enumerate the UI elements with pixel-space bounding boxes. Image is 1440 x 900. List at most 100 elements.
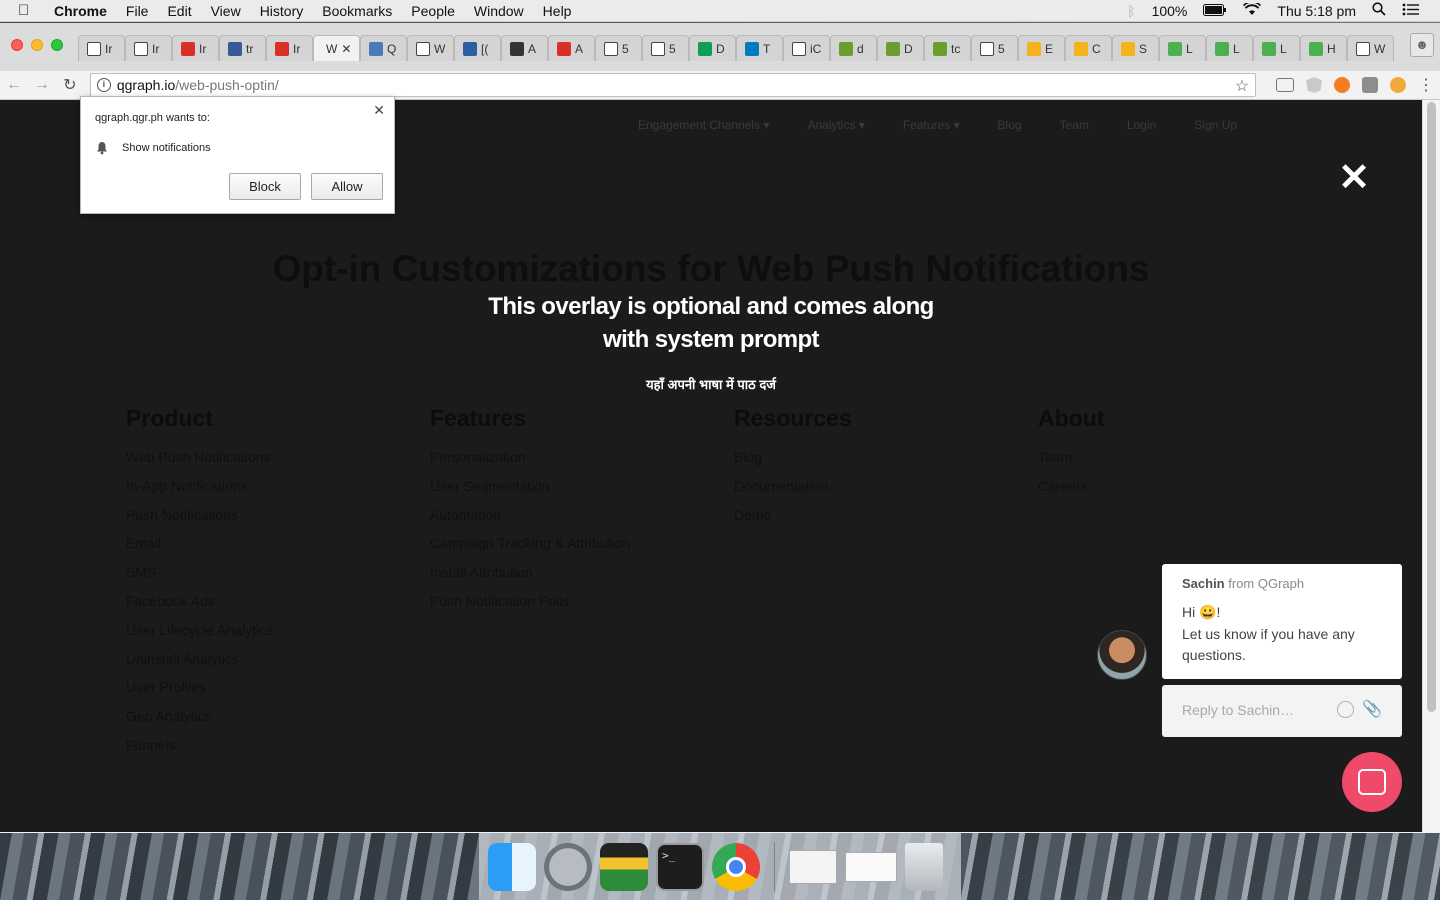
tab[interactable]: W ✕ xyxy=(313,35,360,61)
chrome-menu-icon[interactable]: ⋮ xyxy=(1412,75,1440,95)
chat-message-card[interactable]: Sachin from QGraph Hi 😀! Let us know if … xyxy=(1162,564,1402,679)
overlay-close-icon[interactable]: ✕ xyxy=(1336,159,1372,197)
tab[interactable]: 5 xyxy=(642,35,689,61)
extension-orange-icon[interactable] xyxy=(1334,77,1351,93)
tab[interactable]: S xyxy=(1112,35,1159,61)
activity-app-icon[interactable] xyxy=(600,842,648,891)
menu-bookmarks[interactable]: Bookmarks xyxy=(322,3,392,19)
zoom-window-button[interactable] xyxy=(51,39,63,51)
nav-engagement-channels[interactable]: Engagement Channels ▾ xyxy=(638,118,769,132)
tab[interactable]: 5 xyxy=(595,35,642,61)
footer-link[interactable]: Push Notifications xyxy=(126,507,273,536)
footer-link[interactable]: Web Push Notifications xyxy=(126,449,273,478)
tab[interactable]: H xyxy=(1300,35,1347,61)
tab[interactable]: Ir xyxy=(172,35,219,61)
close-icon[interactable]: ✕ xyxy=(373,102,385,119)
footer-link[interactable]: Install Attribution xyxy=(430,564,630,593)
footer-link[interactable]: Campaign Tracking & Attribution xyxy=(430,535,630,564)
spotlight-search-icon[interactable] xyxy=(1372,2,1386,19)
terminal-icon[interactable]: >_ xyxy=(656,842,704,891)
tab[interactable]: A xyxy=(501,35,548,61)
footer-link[interactable]: SMS xyxy=(126,564,273,593)
footer-link[interactable]: User Lifecycle Analytics xyxy=(126,622,273,651)
window-thumbnail-icon[interactable] xyxy=(845,851,897,882)
footer-link[interactable]: Documentation xyxy=(734,478,852,507)
menu-app-name[interactable]: Chrome xyxy=(54,3,107,19)
tab[interactable]: L xyxy=(1159,35,1206,61)
chrome-window-thumbnail-icon[interactable] xyxy=(789,849,837,884)
footer-link[interactable]: Careers xyxy=(1038,478,1104,507)
chat-reply-input[interactable]: Reply to Sachin… 📎 xyxy=(1162,685,1402,737)
footer-link[interactable]: Team xyxy=(1038,449,1104,478)
notification-center-icon[interactable] xyxy=(1402,3,1420,19)
footer-link[interactable]: Facebook Ads xyxy=(126,593,273,622)
cookie-extension-icon[interactable] xyxy=(1390,77,1406,93)
back-icon[interactable]: ← xyxy=(0,76,28,94)
menu-view[interactable]: View xyxy=(211,3,241,19)
footer-link[interactable]: Blog xyxy=(734,449,852,478)
attachment-icon[interactable]: 📎 xyxy=(1362,699,1382,719)
apple-menu-icon[interactable]:  xyxy=(18,2,40,19)
footer-link[interactable]: Email xyxy=(126,535,273,564)
tab[interactable]: 5 xyxy=(971,35,1018,61)
tab[interactable]: E xyxy=(1018,35,1065,61)
tab[interactable]: C xyxy=(1065,35,1112,61)
nav-features[interactable]: Features ▾ xyxy=(903,118,960,132)
footer-link[interactable]: Demo xyxy=(734,507,852,536)
footer-link[interactable]: User Profiles xyxy=(126,679,273,708)
tab[interactable]: iC xyxy=(783,35,830,61)
block-button[interactable]: Block xyxy=(229,173,301,200)
allow-button[interactable]: Allow xyxy=(311,173,383,200)
finder-icon[interactable] xyxy=(488,842,536,891)
footer-link[interactable]: Personalization xyxy=(430,449,630,478)
cast-icon[interactable] xyxy=(1276,78,1295,92)
tab[interactable]: W xyxy=(1347,35,1394,61)
chrome-app-icon[interactable] xyxy=(712,842,760,891)
footer-link[interactable]: Automation xyxy=(430,507,630,536)
extension-gray-icon[interactable] xyxy=(1362,77,1379,93)
battery-icon[interactable] xyxy=(1203,3,1227,19)
tab[interactable]: T xyxy=(736,35,783,61)
footer-link[interactable]: Push Notification Polls xyxy=(430,593,630,622)
tab[interactable]: Ir xyxy=(78,35,125,61)
tab-close-icon[interactable]: ✕ xyxy=(341,42,351,56)
chat-launcher-button[interactable] xyxy=(1342,752,1402,812)
menu-help[interactable]: Help xyxy=(543,3,572,19)
tab[interactable]: Ir xyxy=(125,35,172,61)
nav-login[interactable]: Login xyxy=(1127,118,1156,132)
bookmark-star-icon[interactable]: ☆ xyxy=(1235,76,1249,96)
footer-link[interactable]: In-App Notifications xyxy=(126,478,273,507)
site-info-icon[interactable]: i xyxy=(96,78,111,92)
minimize-window-button[interactable] xyxy=(31,39,43,51)
tab[interactable]: L xyxy=(1253,35,1300,61)
footer-link[interactable]: Uninstall Analytics xyxy=(126,651,273,680)
wifi-icon[interactable] xyxy=(1243,0,1262,19)
nav-blog[interactable]: Blog xyxy=(998,118,1022,132)
profile-icon[interactable]: ☻ xyxy=(1410,33,1434,57)
footer-link[interactable]: User Segmentation xyxy=(430,478,630,507)
page-scrollbar[interactable] xyxy=(1422,100,1440,832)
tab[interactable]: Ir xyxy=(266,35,313,61)
address-bar[interactable]: i qgraph.io/web-push-optin/ ☆ xyxy=(89,73,1257,97)
menu-window[interactable]: Window xyxy=(474,3,524,19)
tab[interactable]: W xyxy=(407,35,454,61)
menu-edit[interactable]: Edit xyxy=(167,3,191,19)
trash-icon[interactable] xyxy=(905,842,943,891)
close-window-button[interactable] xyxy=(11,39,23,51)
tab[interactable]: L xyxy=(1206,35,1253,61)
tab[interactable]: [( xyxy=(454,35,501,61)
nav-signup[interactable]: Sign Up xyxy=(1194,118,1237,132)
tab[interactable]: tc xyxy=(924,35,971,61)
menu-clock[interactable]: Thu 5:18 pm xyxy=(1277,3,1356,19)
tab[interactable]: tr xyxy=(219,35,266,61)
footer-link[interactable]: Funnels xyxy=(126,737,273,766)
nav-analytics[interactable]: Analytics ▾ xyxy=(807,118,864,132)
reload-icon[interactable]: ↻ xyxy=(56,75,84,95)
scrollbar-thumb[interactable] xyxy=(1427,102,1436,712)
menu-history[interactable]: History xyxy=(260,3,304,19)
forward-icon[interactable]: → xyxy=(28,76,56,94)
tab[interactable]: d xyxy=(830,35,877,61)
tab[interactable]: A xyxy=(548,35,595,61)
angular-extension-icon[interactable] xyxy=(1306,77,1323,93)
emoji-icon[interactable] xyxy=(1337,701,1354,718)
